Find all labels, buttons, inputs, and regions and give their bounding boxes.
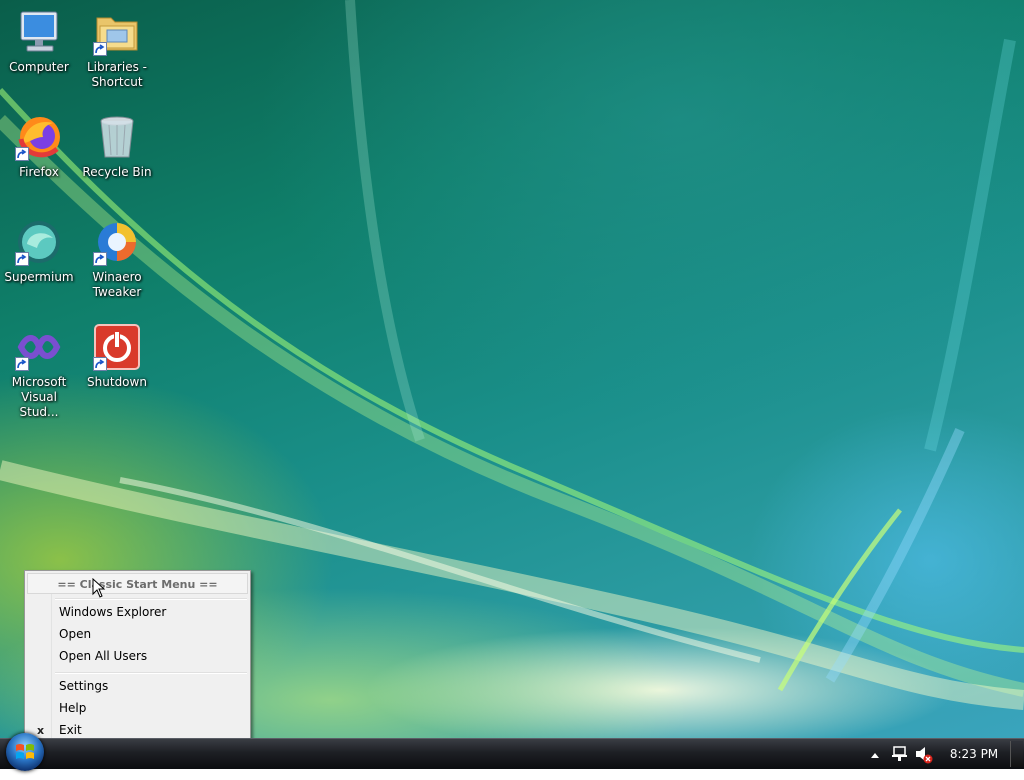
volume-muted-icon [916, 747, 933, 764]
menu-header: == Classic Start Menu == [27, 573, 248, 594]
volume-tray-icon[interactable] [914, 739, 934, 769]
menu-item-windows-explorer[interactable]: Windows Explorer [27, 602, 248, 623]
menu-item-help[interactable]: Help [27, 698, 248, 719]
menu-separator [55, 598, 247, 600]
desktop-icon-firefox[interactable]: Firefox [0, 113, 78, 180]
desktop-icon-label: Computer [9, 60, 69, 74]
chevron-up-icon [871, 753, 879, 758]
shortcut-arrow-icon [93, 42, 107, 56]
desktop-icon-supermium[interactable]: Supermium [0, 218, 78, 285]
desktop-icon-libraries-shortcut[interactable]: Libraries - Shortcut [78, 8, 156, 90]
desktop-icon-label: Recycle Bin [82, 165, 152, 179]
menu-item-exit-label: Exit [59, 723, 82, 737]
show-hidden-icons-button[interactable] [868, 739, 882, 769]
classic-start-menu-context-menu: == Classic Start Menu == Windows Explore… [24, 570, 251, 745]
desktop-icon-label: Shutdown [87, 375, 147, 389]
libraries-folder-icon [93, 8, 141, 56]
desktop-icon-visual-studio[interactable]: Microsoft Visual Stud... [0, 323, 78, 420]
network-tray-icon[interactable] [890, 739, 910, 769]
firefox-icon [15, 113, 63, 161]
desktop-icon-computer[interactable]: Computer [0, 8, 78, 75]
start-button[interactable] [6, 733, 44, 771]
recycle-bin-icon [93, 113, 141, 161]
desktop-icon-label: Firefox [19, 165, 59, 179]
desktop-icon-label: Supermium [4, 270, 74, 284]
menu-item-settings[interactable]: Settings [27, 676, 248, 697]
shortcut-arrow-icon [15, 252, 29, 266]
menu-item-open-all-users[interactable]: Open All Users [27, 646, 248, 667]
taskbar-clock[interactable]: 8:23 PM [944, 739, 1004, 769]
visual-studio-icon [15, 323, 63, 371]
mouse-cursor-icon [92, 578, 106, 598]
shortcut-arrow-icon [93, 252, 107, 266]
shutdown-icon [93, 323, 141, 371]
computer-icon [15, 8, 63, 56]
supermium-icon [15, 218, 63, 266]
menu-separator [55, 672, 247, 674]
shortcut-arrow-icon [93, 357, 107, 371]
desktop-icon-shutdown[interactable]: Shutdown [78, 323, 156, 390]
desktop-icon-recycle-bin[interactable]: Recycle Bin [78, 113, 156, 180]
winaero-tweaker-icon [93, 218, 141, 266]
shortcut-arrow-icon [15, 147, 29, 161]
taskbar: 8:23 PM [0, 733, 1024, 771]
network-icon [892, 746, 907, 761]
menu-item-open[interactable]: Open [27, 624, 248, 645]
desktop-icon-label: Winaero Tweaker [92, 270, 142, 299]
desktop-icon-winaero-tweaker[interactable]: Winaero Tweaker [78, 218, 156, 300]
windows-logo-icon [16, 744, 34, 759]
shortcut-arrow-icon [15, 357, 29, 371]
show-desktop-button[interactable] [1010, 741, 1023, 767]
desktop-icon-label: Microsoft Visual Stud... [11, 375, 67, 419]
desktop-icon-label: Libraries - Shortcut [87, 60, 147, 89]
